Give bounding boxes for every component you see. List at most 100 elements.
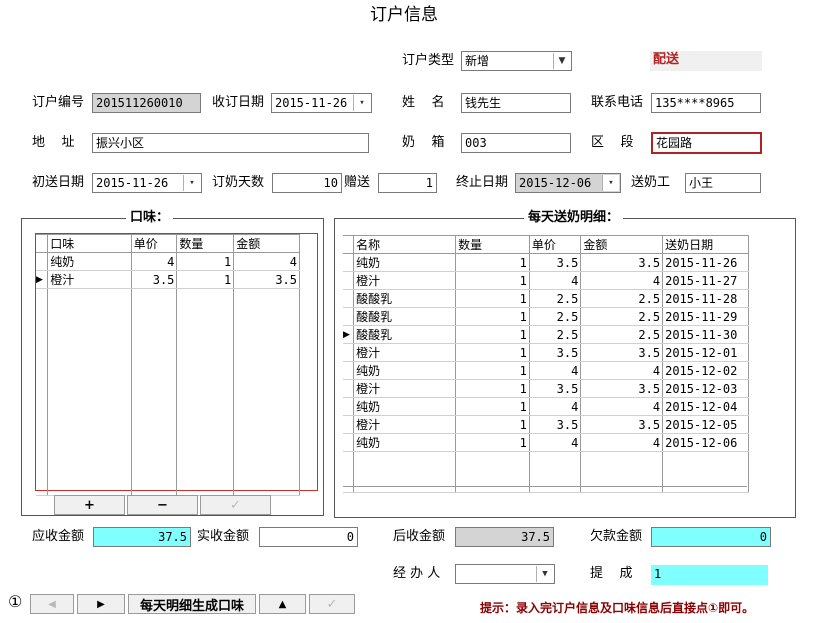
received-field[interactable]: 0 [259, 527, 358, 547]
order-date-picker[interactable]: 2015-11-26 ▾ [271, 93, 372, 113]
chevron-down-icon[interactable]: ▼ [536, 566, 553, 582]
next-button[interactable]: ▶ [77, 594, 125, 614]
col-header-date[interactable]: 送奶日期 [662, 235, 749, 254]
courier-field[interactable]: 小王 [685, 173, 761, 193]
cell-date[interactable]: 2015-11-30 [662, 325, 749, 344]
cell-date[interactable]: 2015-12-02 [662, 361, 749, 380]
cell-name[interactable]: 酸酸乳 [353, 307, 457, 326]
chevron-down-icon[interactable]: ▼ [553, 53, 570, 69]
cell-date[interactable]: 2015-12-06 [662, 433, 749, 452]
col-header-qty[interactable]: 数量 [455, 235, 530, 254]
cell-qty[interactable]: 1 [455, 325, 530, 344]
cell-date[interactable]: 2015-12-05 [662, 415, 749, 434]
cell-amount[interactable]: 3.5 [580, 415, 664, 434]
table-row[interactable]: 纯奶 1 3.5 3.5 2015-11-26 [343, 253, 749, 272]
address-field[interactable]: 振兴小区 [92, 133, 369, 153]
table-row[interactable]: 酸酸乳 1 2.5 2.5 2015-11-29 [343, 307, 749, 326]
cell-price[interactable]: 4 [528, 397, 582, 416]
col-header-amount[interactable]: 金额 [233, 234, 300, 253]
cell-amount[interactable]: 4 [580, 397, 664, 416]
cell-amount[interactable]: 4 [580, 433, 664, 452]
cell-amount[interactable]: 4 [580, 271, 664, 290]
cell-price[interactable]: 3.5 [528, 343, 582, 362]
phone-field[interactable]: 135****8965 [651, 93, 761, 113]
cell-qty[interactable]: 1 [455, 271, 530, 290]
cell-name[interactable]: 橙汁 [353, 271, 457, 290]
order-type-select[interactable]: 新增 ▼ [461, 51, 572, 71]
cell-price[interactable]: 3.5 [528, 253, 582, 272]
cell-qty[interactable]: 1 [176, 252, 235, 271]
cell-amount[interactable]: 3.5 [580, 253, 664, 272]
col-header-name[interactable]: 名称 [353, 235, 457, 254]
col-header-amount[interactable]: 金额 [580, 235, 664, 254]
table-row[interactable]: 橙汁 1 4 4 2015-11-27 [343, 271, 749, 290]
cell-amount[interactable]: 3.5 [233, 270, 300, 289]
check-button[interactable]: ✓ [309, 594, 355, 614]
cell-name[interactable]: 酸酸乳 [353, 325, 457, 344]
cell-price[interactable]: 3.5 [130, 270, 178, 289]
cell-qty[interactable]: 1 [455, 289, 530, 308]
col-header-price[interactable]: 单价 [130, 234, 178, 253]
table-row[interactable]: 纯奶 1 4 4 2015-12-06 [343, 433, 749, 452]
cell-price[interactable]: 2.5 [528, 289, 582, 308]
col-header-qty[interactable]: 数量 [176, 234, 235, 253]
cell-name[interactable]: 纯奶 [353, 433, 457, 452]
cell-qty[interactable]: 1 [455, 253, 530, 272]
cell-date[interactable]: 2015-12-03 [662, 379, 749, 398]
cell-date[interactable]: 2015-12-01 [662, 343, 749, 362]
cell-price[interactable]: 4 [528, 271, 582, 290]
cell-amount[interactable]: 3.5 [580, 379, 664, 398]
gift-field[interactable]: 1 [378, 173, 437, 193]
days-field[interactable]: 10 [272, 173, 342, 193]
cell-amount[interactable]: 4 [233, 252, 300, 271]
cell-qty[interactable]: 1 [455, 415, 530, 434]
flavor-table[interactable]: 口味 单价 数量 金额 纯奶 4 1 4 ▶ 橙汁 3.5 1 3.5 [36, 234, 300, 496]
remove-flavor-button[interactable]: − [127, 495, 198, 515]
cell-date[interactable]: 2015-12-04 [662, 397, 749, 416]
cell-date[interactable]: 2015-11-28 [662, 289, 749, 308]
confirm-flavor-button[interactable]: ✓ [200, 495, 271, 515]
cell-name[interactable]: 纯奶 [353, 397, 457, 416]
cell-qty[interactable]: 1 [455, 361, 530, 380]
handler-select[interactable]: ▼ [455, 564, 555, 584]
add-flavor-button[interactable]: + [54, 495, 125, 515]
cell-price[interactable]: 3.5 [528, 379, 582, 398]
commission-field[interactable]: 1 [651, 565, 768, 585]
table-row[interactable]: 橙汁 1 3.5 3.5 2015-12-01 [343, 343, 749, 362]
cell-flavor[interactable]: 纯奶 [47, 252, 132, 271]
table-row[interactable]: 橙汁 1 3.5 3.5 2015-12-05 [343, 415, 749, 434]
cell-name[interactable]: 纯奶 [353, 361, 457, 380]
date-picker-icon[interactable]: ▾ [602, 175, 619, 191]
cell-price[interactable]: 3.5 [528, 415, 582, 434]
end-date-picker[interactable]: 2015-12-06 ▾ [515, 173, 621, 193]
cell-qty[interactable]: 1 [455, 397, 530, 416]
cell-amount[interactable]: 2.5 [580, 289, 664, 308]
cell-amount[interactable]: 4 [580, 361, 664, 380]
up-button[interactable]: ▲ [259, 594, 306, 614]
cell-qty[interactable]: 1 [455, 307, 530, 326]
receivable-field[interactable]: 37.5 [93, 527, 191, 547]
cell-qty[interactable]: 1 [455, 343, 530, 362]
table-row[interactable]: ▶ 酸酸乳 1 2.5 2.5 2015-11-30 [343, 325, 749, 344]
cell-date[interactable]: 2015-11-26 [662, 253, 749, 272]
owed-field[interactable]: 0 [651, 527, 771, 547]
table-row[interactable]: 纯奶 1 4 4 2015-12-02 [343, 361, 749, 380]
table-row[interactable]: 纯奶 4 1 4 [36, 252, 300, 271]
cell-qty[interactable]: 1 [455, 433, 530, 452]
cell-qty[interactable]: 1 [176, 270, 235, 289]
cell-name[interactable]: 酸酸乳 [353, 289, 457, 308]
milk-box-field[interactable]: 003 [461, 133, 571, 153]
cell-date[interactable]: 2015-11-27 [662, 271, 749, 290]
cell-qty[interactable]: 1 [455, 379, 530, 398]
after-field[interactable]: 37.5 [455, 527, 554, 547]
prev-button[interactable]: ◀ [30, 594, 74, 614]
cell-price[interactable]: 4 [528, 433, 582, 452]
cell-price[interactable]: 2.5 [528, 307, 582, 326]
table-row[interactable]: 纯奶 1 4 4 2015-12-04 [343, 397, 749, 416]
col-header-flavor[interactable]: 口味 [47, 234, 132, 253]
cell-name[interactable]: 橙汁 [353, 343, 457, 362]
date-picker-icon[interactable]: ▾ [353, 95, 370, 111]
table-row[interactable]: ▶ 橙汁 3.5 1 3.5 [36, 270, 300, 289]
cell-price[interactable]: 4 [130, 252, 178, 271]
cell-date[interactable]: 2015-11-29 [662, 307, 749, 326]
